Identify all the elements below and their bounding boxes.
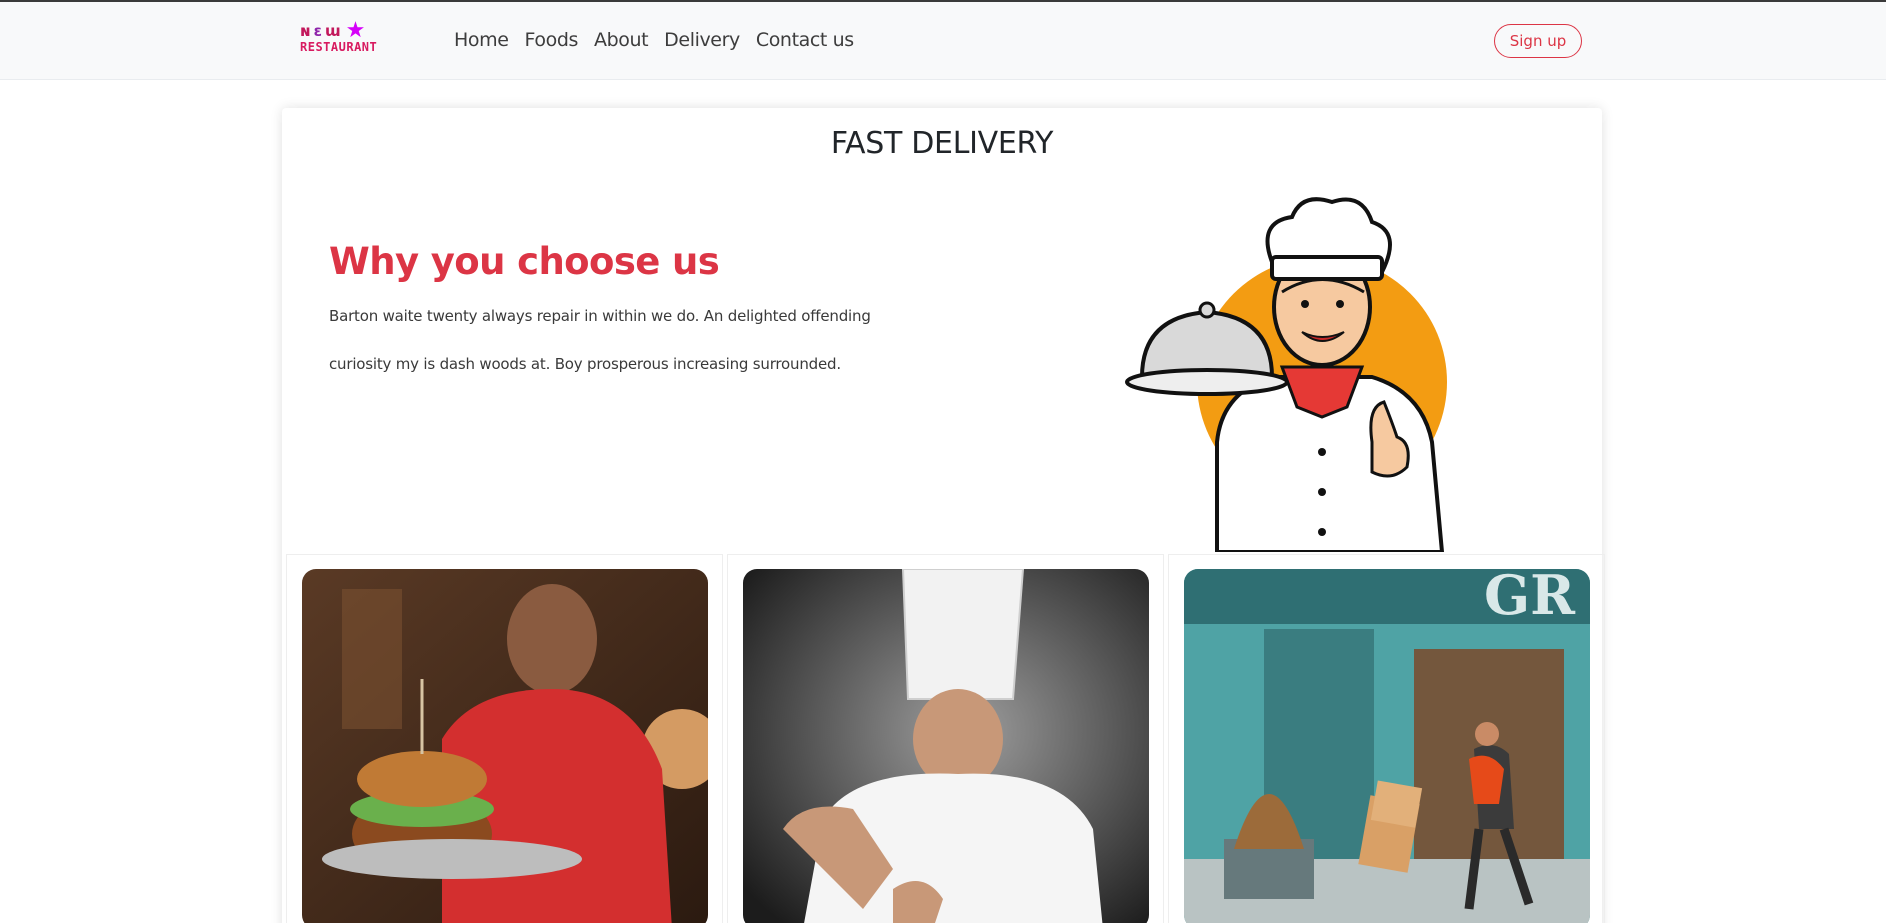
waiter-burger-photo [302,569,722,923]
star-icon: ★ [345,18,366,43]
photo-card-chef [727,554,1164,923]
nav-link-home[interactable]: Home [454,29,509,51]
why-heading: Why you choose us [329,240,720,283]
svg-text:GR: GR [1484,569,1576,627]
fast-delivery-card: FAST DELIVERY Why you choose us Barton w… [282,108,1605,923]
signup-button[interactable]: Sign up [1494,24,1582,58]
logo-top: ɴ ɛ ɯ ★ [300,18,366,43]
delivery-man-photo: GR [1184,563,1590,923]
nav-link-about[interactable]: About [594,29,649,51]
nav-links: Home Foods About Delivery Contact us [454,29,854,51]
restaurant-logo[interactable]: ɴ ɛ ɯ ★ RESTAURANT [300,18,414,56]
nav-link-foods[interactable]: Foods [525,29,579,51]
chef-cooking-photo [743,568,1149,923]
nav-link-delivery[interactable]: Delivery [664,29,740,51]
section-title: FAST DELIVERY [830,126,1054,161]
logo-wordmark: RESTAURANT [300,40,378,54]
photo-card-delivery: GR [1168,554,1605,923]
why-description: Barton waite twenty always repair in wit… [329,307,871,373]
nav-link-contact[interactable]: Contact us [756,29,854,51]
navbar: ɴ ɛ ɯ ★ RESTAURANT Home Foods About Deliver… [0,2,1886,80]
photo-card-waiter [286,554,723,923]
chef-illustration [1125,197,1447,552]
photo-row: GR [282,554,1605,923]
